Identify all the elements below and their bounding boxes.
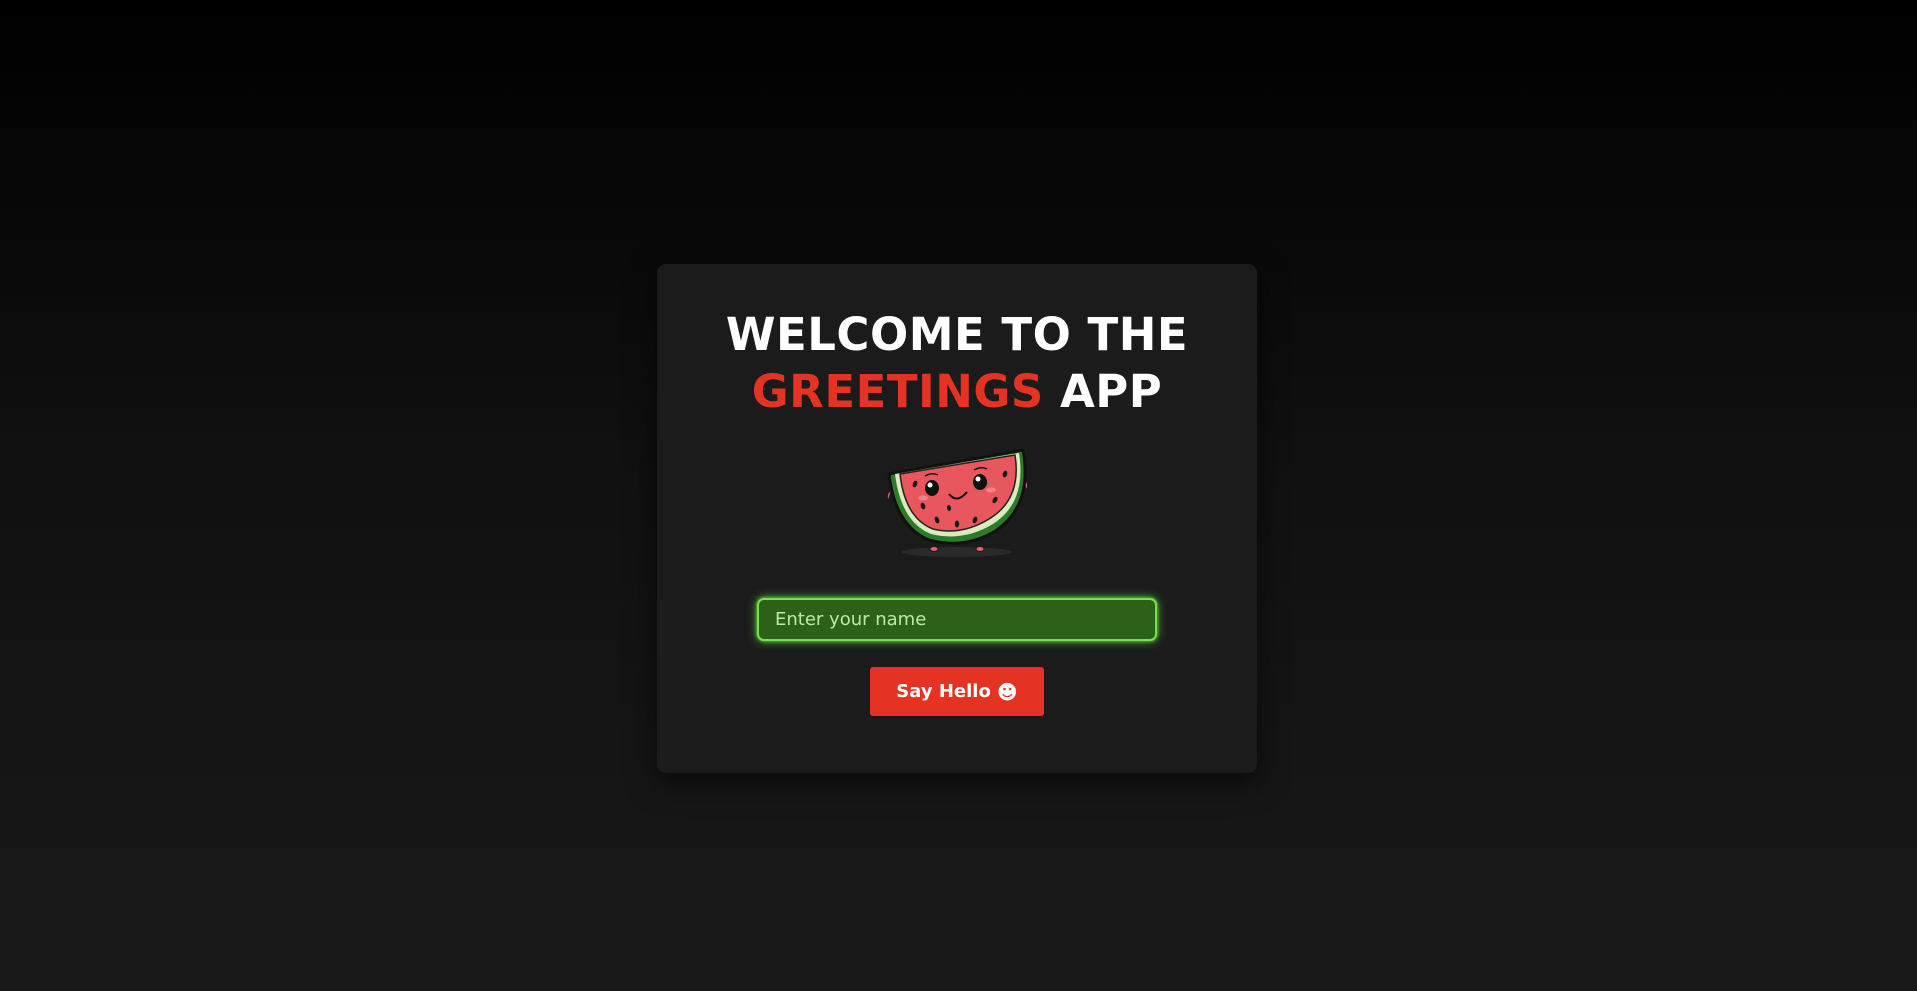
greeting-card: WELCOME TO THE GREETINGS APP Enter your … — [657, 264, 1257, 773]
watermelon-mascot-icon — [886, 448, 1029, 557]
name-input[interactable] — [757, 598, 1157, 641]
say-hello-label: Say Hello — [896, 681, 991, 702]
page-title: WELCOME TO THE GREETINGS APP — [657, 306, 1257, 420]
title-line-2-rest: APP — [1059, 365, 1163, 418]
title-line-1: WELCOME TO THE — [725, 308, 1189, 361]
smile-icon: ☻ — [996, 679, 1018, 704]
title-accent-word: GREETINGS — [751, 365, 1044, 418]
say-hello-button[interactable]: Say Hello ☻ — [870, 667, 1044, 716]
